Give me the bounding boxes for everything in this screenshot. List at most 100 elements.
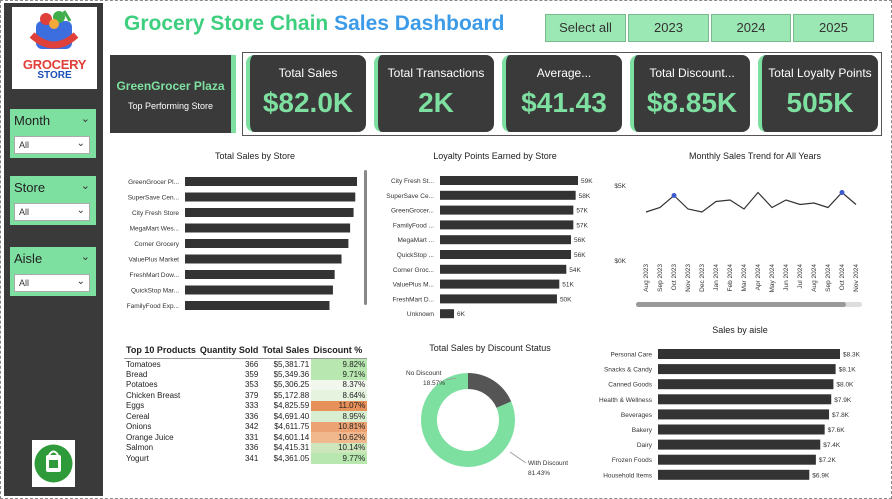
aisle-select-value: All (19, 278, 30, 288)
bar (658, 424, 825, 435)
chevron-down-icon[interactable]: ⌄ (77, 138, 85, 149)
column-header[interactable]: Top 10 Products (124, 344, 198, 359)
monthly-trend-chart: $5K $0K Aug 2023 Sep 2023 Oct 2023 Nov 2023 De… (614, 183, 862, 307)
x-tick-label: Oct 2024 (839, 264, 846, 291)
bar (658, 469, 810, 480)
product-name-cell: Bread (126, 369, 148, 379)
x-tick-label: Jul 2024 (797, 264, 804, 289)
bar (185, 223, 351, 233)
discount-cell: 9.71% (311, 369, 368, 380)
chevron-down-icon[interactable]: ⌄ (81, 250, 90, 263)
grocery-bag-icon (29, 10, 79, 49)
loyalty-by-store-chart: City Fresh St... 59K SuperSave Ce... 58K Gre… (386, 176, 593, 319)
store-filter[interactable]: Store ⌄ All ⌄ (10, 176, 96, 225)
bar (185, 270, 335, 279)
sales-by-store-title: Total Sales by Store (214, 151, 296, 161)
category-label: FreshMart D... (392, 296, 434, 303)
store-select[interactable]: All ⌄ (14, 203, 90, 221)
data-label: $7.8K (832, 412, 850, 419)
table-row: Orange Juice 331 $4,601.14 10.62% (124, 432, 368, 443)
column-header[interactable]: Total Sales (260, 344, 312, 359)
year-2023-button[interactable]: 2023 (628, 14, 709, 42)
month-select[interactable]: All ⌄ (14, 136, 90, 154)
category-label: Unknown (407, 311, 434, 318)
data-label: $7.2K (819, 457, 837, 464)
month-filter[interactable]: Month ⌄ All ⌄ (10, 109, 96, 158)
x-tick-label: Nov 2023 (685, 264, 692, 292)
table-row: Onions 342 $4,611.75 10.81% (124, 421, 368, 432)
aisle-filter[interactable]: Aisle ⌄ All ⌄ (10, 247, 96, 296)
total-sales-cell: $5,349.36 (273, 369, 310, 379)
bar (185, 208, 354, 217)
slice-category-label: No Discount (406, 370, 442, 377)
data-label: 50K (560, 296, 572, 303)
kpi-total-discount: Total Discount... $8.85K (630, 55, 750, 132)
bar (440, 205, 574, 215)
data-label: $7.6K (828, 427, 846, 434)
product-name-cell: Potatoes (126, 380, 158, 390)
chevron-down-icon[interactable]: ⌄ (81, 112, 90, 125)
category-label: FamilyFood ... (393, 222, 434, 229)
aisle-filter-label: Aisle (14, 251, 43, 266)
category-label: SuperSave Cen... (128, 195, 180, 202)
top-store-card: GreenGrocer Plaza Top Performing Store (110, 55, 236, 133)
year-2025-button[interactable]: 2025 (793, 14, 874, 42)
kpi-value: 505K (786, 87, 854, 118)
category-label: City Fresh Store (132, 210, 179, 217)
top-products-table: Top 10 Products Quantity Sold Total Sale… (124, 344, 368, 464)
table-row: Potatoes 353 $5,306.25 8.37% (124, 379, 368, 390)
category-label: Corner Grocery (134, 241, 180, 248)
data-label: 59K (581, 178, 593, 185)
discount-cell: 10.62% (311, 432, 368, 443)
category-label: Snacks & Candy (604, 367, 653, 374)
bar (185, 301, 330, 310)
x-tick-label: Jan 2024 (713, 264, 720, 291)
chevron-down-icon[interactable]: ⌄ (77, 276, 85, 287)
bar (440, 250, 571, 259)
table-row: Yogurt 341 $4,361.05 9.77% (124, 453, 368, 464)
year-select-all-button[interactable]: Select all (545, 14, 626, 42)
bar (658, 454, 816, 465)
category-label: Health & Wellness (599, 397, 653, 404)
bar (185, 177, 357, 186)
category-label: QuickStop Mar... (131, 288, 179, 295)
slice-value-label: 81.43% (528, 470, 550, 477)
chevron-down-icon[interactable]: ⌄ (77, 205, 85, 216)
category-label: Corner Groc... (393, 267, 434, 274)
top-store-name: GreenGrocer Plaza (116, 79, 225, 93)
quantity-sold-cell: 359 (244, 369, 259, 379)
category-label: QuickStop ... (397, 252, 434, 259)
data-label: 51K (562, 282, 574, 289)
category-label: Frozen Foods (612, 457, 653, 464)
horizontal-scrollbar-thumb (636, 302, 846, 307)
bar (658, 439, 821, 450)
month-filter-label: Month (14, 113, 51, 128)
loyalty-by-store-title: Loyalty Points Earned by Store (433, 151, 557, 161)
chevron-down-icon[interactable]: ⌄ (81, 179, 90, 192)
x-tick-label: Feb 2024 (727, 264, 734, 292)
bar (440, 220, 574, 230)
column-header[interactable]: Discount % (311, 344, 368, 359)
discount-cell: 10.14% (311, 442, 368, 453)
total-sales-cell: $5,381.71 (273, 359, 310, 369)
data-label: 57K (576, 208, 588, 215)
table-row: Bread 359 $5,349.36 9.71% (124, 369, 368, 380)
kpi-value: $8.85K (646, 87, 738, 118)
year-2024-button[interactable]: 2024 (711, 14, 791, 42)
bar (185, 192, 356, 202)
category-label: Personal Care (610, 352, 652, 359)
product-name-cell: Yogurt (126, 453, 149, 463)
bar (440, 176, 578, 185)
x-tick-label: Jun 2024 (783, 264, 790, 291)
column-header[interactable]: Quantity Sold (197, 344, 261, 359)
x-tick-label: Mar 2024 (741, 264, 748, 292)
product-name-cell: Orange Juice (126, 432, 174, 442)
title-part1: Grocery Store Chain (124, 12, 329, 35)
aisle-select[interactable]: All ⌄ (14, 274, 90, 292)
category-label: Household Items (603, 472, 653, 479)
store-logo: GROCERY STORE (12, 7, 97, 89)
data-label: 57K (576, 222, 588, 229)
highlight-point (839, 190, 845, 195)
sales-by-aisle-chart: Personal Care $8.3K Snacks & Candy $8.1K Can… (599, 349, 861, 480)
kpi-average: Average... $41.43 (502, 55, 622, 132)
